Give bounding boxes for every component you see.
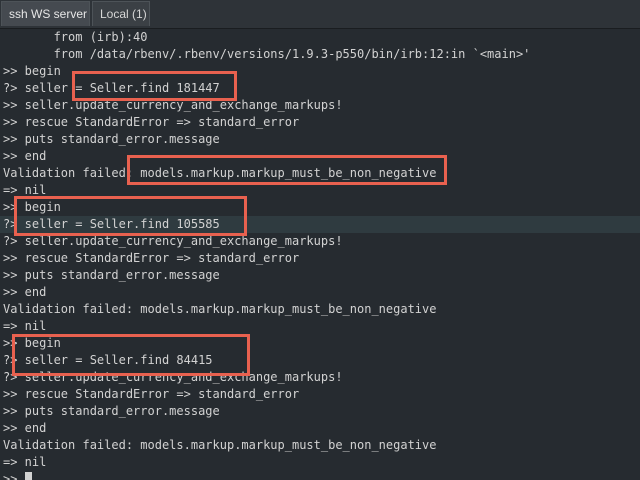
terminal-line: from (irb):40: [3, 30, 148, 44]
prompt-text: >>: [3, 472, 25, 480]
tab-local[interactable]: Local (1): [92, 1, 150, 26]
terminal-line: ?> seller = Seller.find 105585: [3, 217, 220, 231]
terminal-line: >> puts standard_error.message: [3, 404, 220, 418]
terminal-line: ?> seller = Seller.find 181447: [3, 81, 220, 95]
terminal-line: >> end: [3, 421, 47, 435]
terminal-line: >> rescue StandardError => standard_erro…: [3, 387, 300, 401]
terminal-output[interactable]: from (irb):40 from /data/rbenv/.rbenv/ve…: [0, 29, 640, 480]
terminal-line: >> rescue StandardError => standard_erro…: [3, 251, 300, 265]
terminal-line: >> end: [3, 285, 47, 299]
terminal-line: >> begin: [3, 64, 61, 78]
terminal-line: >> end: [3, 149, 47, 163]
text-cursor: [24, 472, 32, 480]
terminal-line: >> begin: [3, 200, 61, 214]
terminal-line: >> begin: [3, 336, 61, 350]
terminal-line: ?> seller.update_currency_and_exchange_m…: [3, 370, 343, 384]
terminal-line: ?> seller.update_currency_and_exchange_m…: [3, 234, 343, 248]
terminal-line: from /data/rbenv/.rbenv/versions/1.9.3-p…: [3, 47, 531, 61]
tab-bar: ssh WS server Local (1): [0, 0, 640, 29]
terminal-line: ?> seller = Seller.find 84415: [3, 353, 213, 367]
terminal-line: Validation failed: models.markup.markup_…: [3, 302, 437, 316]
terminal-line: Validation failed: models.markup.markup_…: [3, 438, 437, 452]
terminal-line: >> seller.update_currency_and_exchange_m…: [3, 98, 343, 112]
terminal-line: >> puts standard_error.message: [3, 132, 220, 146]
terminal-line: >> rescue StandardError => standard_erro…: [3, 115, 300, 129]
terminal-line: => nil: [3, 455, 47, 469]
terminal-window: ssh WS server Local (1) from (irb):40 fr…: [0, 0, 640, 480]
terminal-line: Validation failed: models.markup.markup_…: [3, 166, 437, 180]
terminal-line: >> puts standard_error.message: [3, 268, 220, 282]
terminal-prompt-line: >>: [3, 471, 32, 480]
terminal-line: => nil: [3, 319, 47, 333]
tab-ssh-ws-server[interactable]: ssh WS server: [1, 1, 90, 26]
terminal-line: => nil: [3, 183, 47, 197]
